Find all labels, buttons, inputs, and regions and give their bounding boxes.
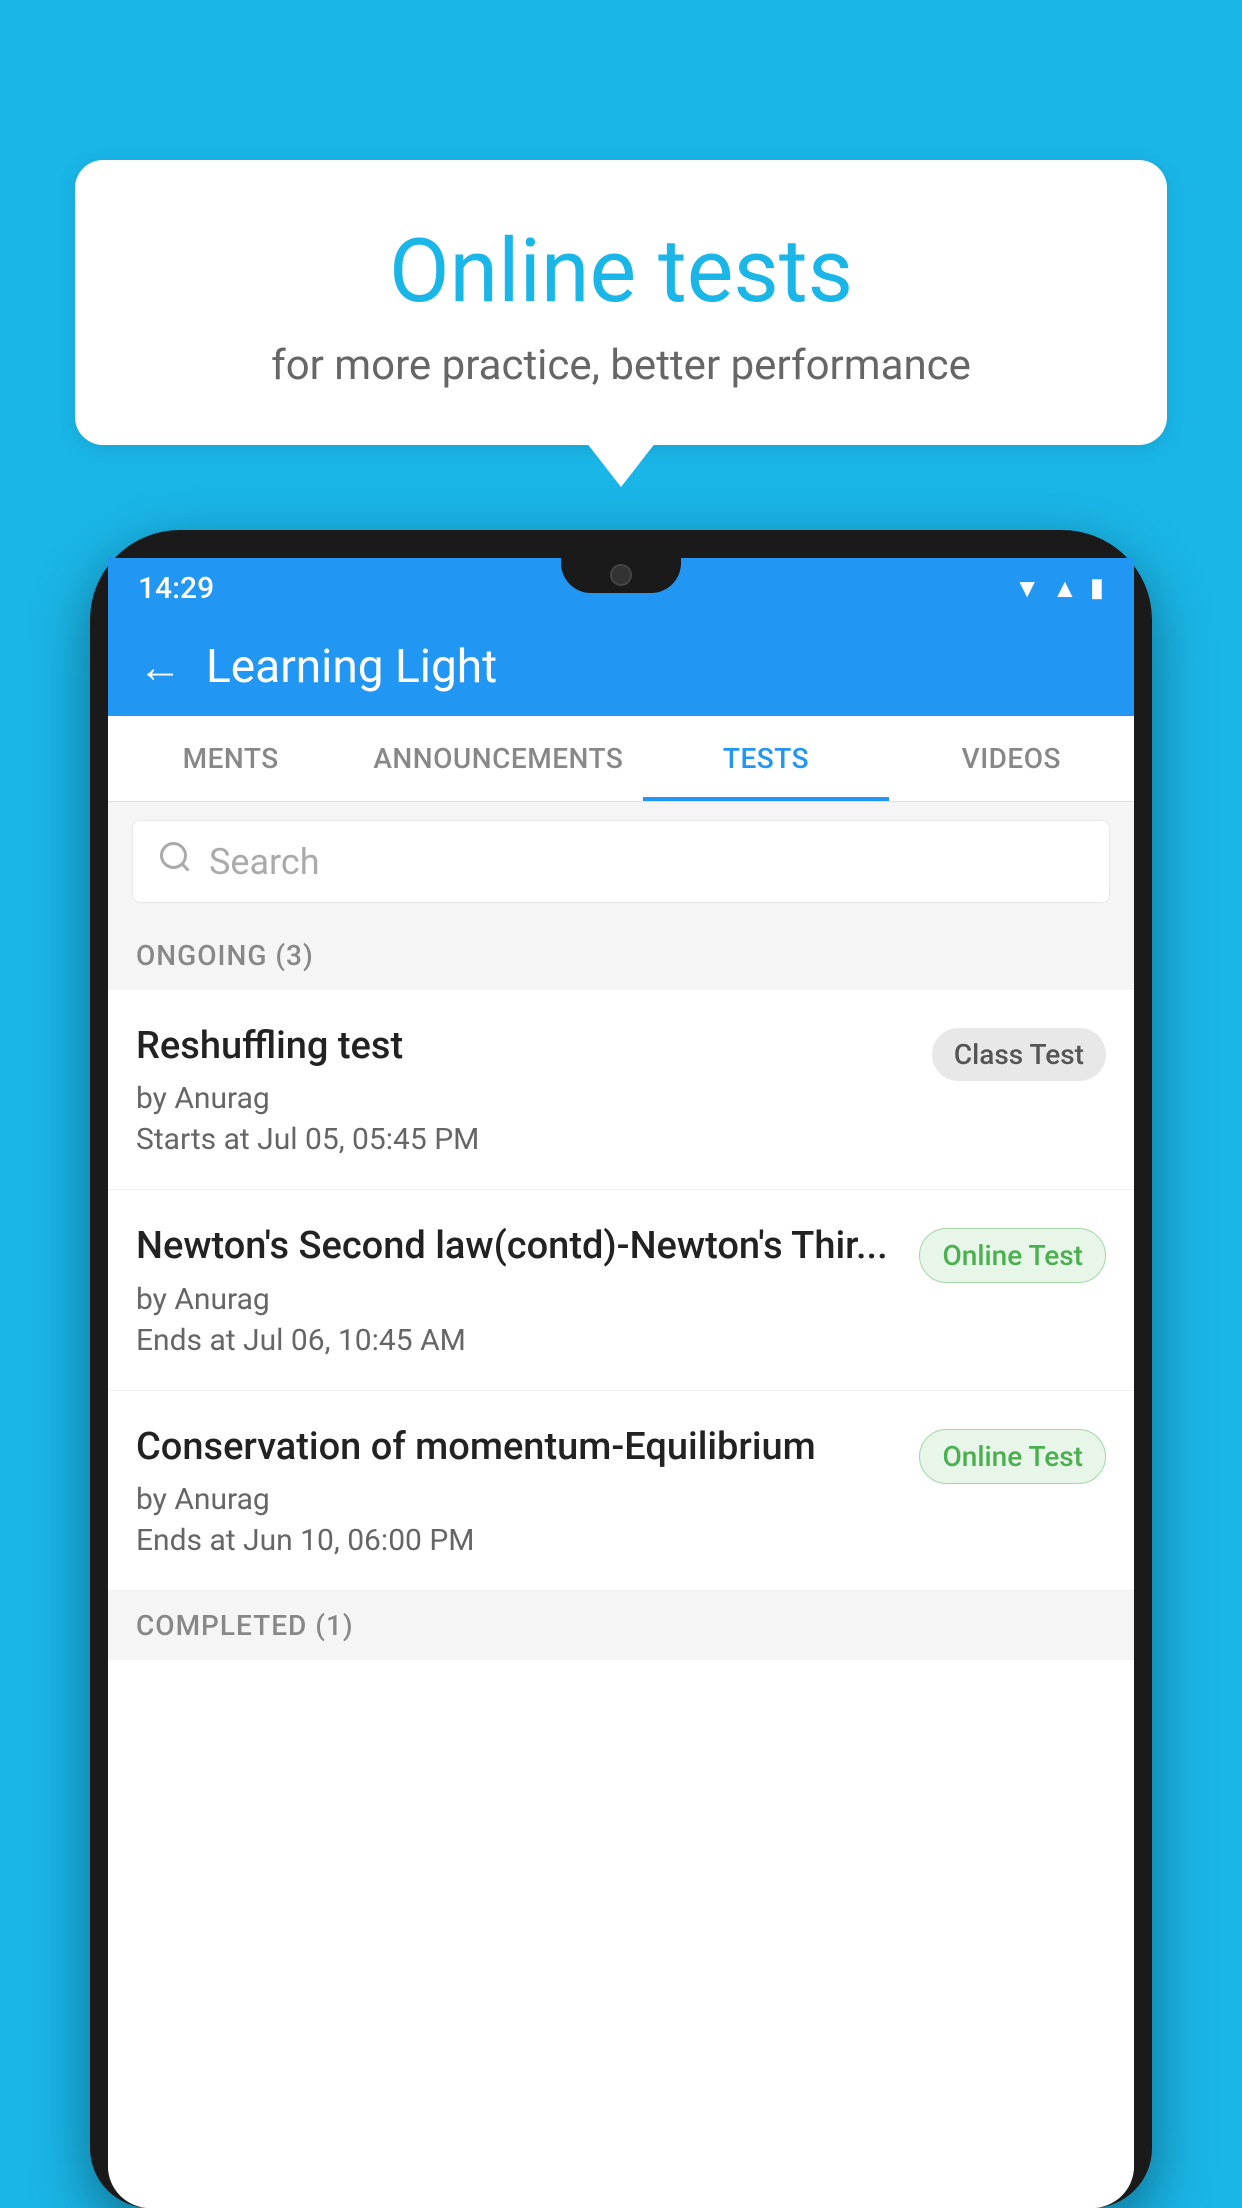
speech-bubble: Online tests for more practice, better p… — [75, 160, 1167, 445]
tab-tests[interactable]: TESTS — [643, 716, 888, 801]
search-bar-container: Search — [108, 802, 1134, 921]
search-placeholder: Search — [209, 841, 320, 883]
test-info-2: Newton's Second law(contd)-Newton's Thir… — [136, 1222, 919, 1357]
test-item-2[interactable]: Newton's Second law(contd)-Newton's Thir… — [108, 1190, 1134, 1390]
phone-screen: ← Learning Light MENTS ANNOUNCEMENTS TES… — [108, 618, 1134, 2208]
test-badge-1: Class Test — [932, 1028, 1106, 1081]
status-icons: ▼ ▲ ▮ — [1014, 573, 1104, 604]
search-icon — [157, 839, 193, 884]
bubble-subtitle: for more practice, better performance — [125, 341, 1117, 390]
test-badge-2: Online Test — [919, 1228, 1106, 1283]
test-name-1: Reshuffling test — [136, 1022, 912, 1071]
test-badge-3: Online Test — [919, 1429, 1106, 1484]
test-item-1[interactable]: Reshuffling test by Anurag Starts at Jul… — [108, 990, 1134, 1190]
back-button[interactable]: ← — [138, 641, 182, 693]
ongoing-section-label: ONGOING (3) — [108, 921, 1134, 990]
tabs-bar: MENTS ANNOUNCEMENTS TESTS VIDEOS — [108, 716, 1134, 802]
test-by-3: by Anurag — [136, 1482, 899, 1517]
test-date-3: Ends at Jun 10, 06:00 PM — [136, 1523, 899, 1558]
tab-videos[interactable]: VIDEOS — [889, 716, 1134, 801]
test-name-3: Conservation of momentum-Equilibrium — [136, 1423, 899, 1472]
battery-icon: ▮ — [1090, 573, 1104, 603]
status-time: 14:29 — [138, 571, 214, 606]
test-item-3[interactable]: Conservation of momentum-Equilibrium by … — [108, 1391, 1134, 1591]
tab-announcements[interactable]: ANNOUNCEMENTS — [353, 716, 643, 801]
test-info-3: Conservation of momentum-Equilibrium by … — [136, 1423, 919, 1558]
test-name-2: Newton's Second law(contd)-Newton's Thir… — [136, 1222, 899, 1271]
test-date-1: Starts at Jul 05, 05:45 PM — [136, 1122, 912, 1157]
app-header: ← Learning Light — [108, 618, 1134, 716]
test-by-1: by Anurag — [136, 1081, 912, 1116]
tests-list: Reshuffling test by Anurag Starts at Jul… — [108, 990, 1134, 2208]
phone-notch — [561, 558, 681, 593]
phone-outer: 14:29 ▼ ▲ ▮ ← Learning Light MENTS ANNOU… — [90, 530, 1152, 2208]
signal-icon: ▲ — [1052, 573, 1078, 604]
completed-section-label: COMPLETED (1) — [108, 1591, 1134, 1660]
phone-container: 14:29 ▼ ▲ ▮ ← Learning Light MENTS ANNOU… — [90, 530, 1152, 2208]
search-bar[interactable]: Search — [132, 820, 1110, 903]
test-info-1: Reshuffling test by Anurag Starts at Jul… — [136, 1022, 932, 1157]
bubble-title: Online tests — [125, 220, 1117, 323]
wifi-icon: ▼ — [1014, 573, 1040, 604]
front-camera — [610, 564, 632, 586]
test-by-2: by Anurag — [136, 1282, 899, 1317]
app-title: Learning Light — [206, 640, 497, 694]
tab-ments[interactable]: MENTS — [108, 716, 353, 801]
test-date-2: Ends at Jul 06, 10:45 AM — [136, 1323, 899, 1358]
